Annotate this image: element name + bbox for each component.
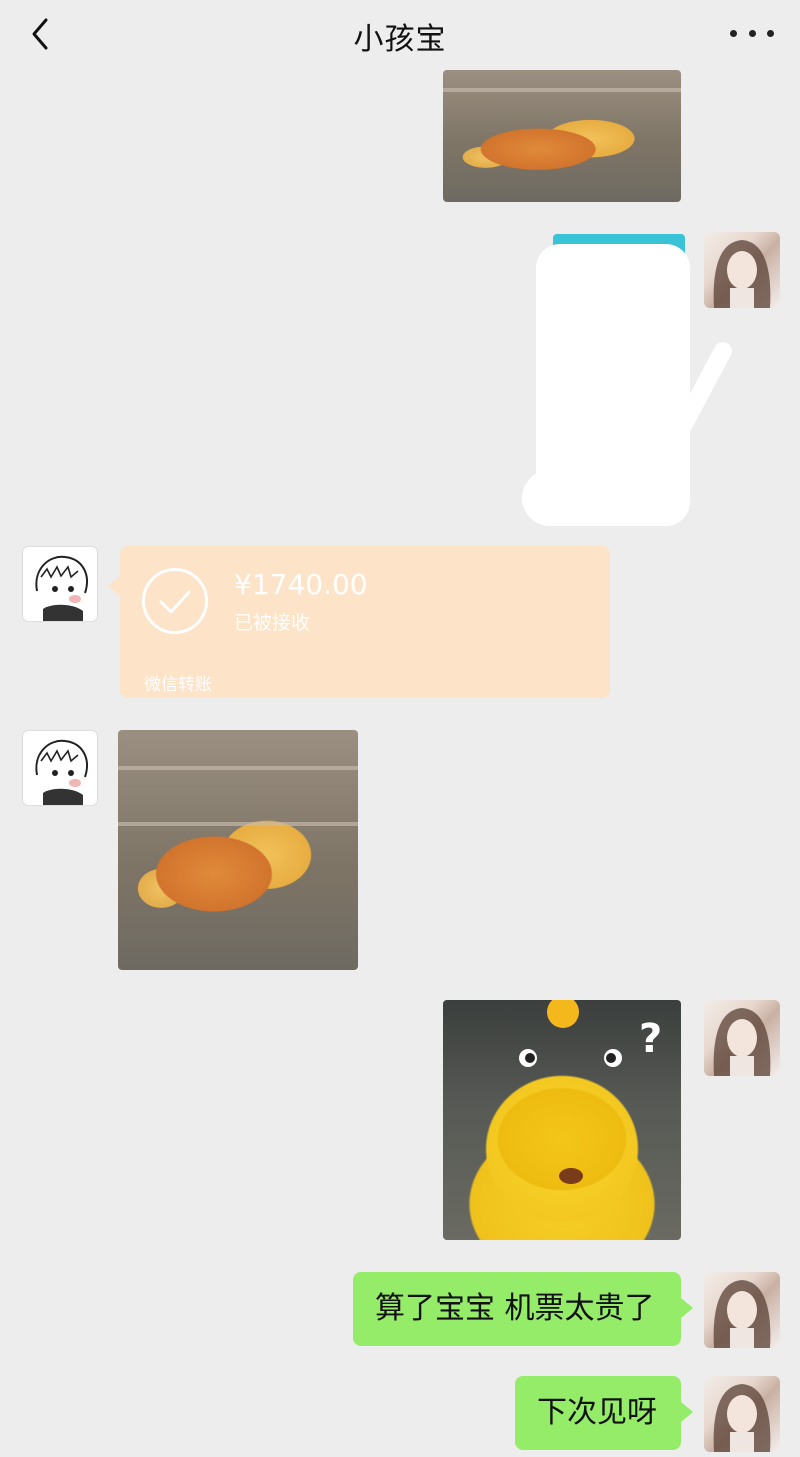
avatar-self[interactable] [704,232,780,308]
image-message-duck-sticker[interactable]: ? [443,1000,681,1240]
avatar-contact[interactable] [22,546,98,622]
transfer-card[interactable]: ¥1740.00 已被接收 微信转账 [108,546,610,698]
avatar-self[interactable] [704,1272,780,1348]
transfer-amount: ¥1740.00 [234,568,368,601]
avatar-self[interactable] [704,1376,780,1452]
chat-title: 小孩宝 [353,22,447,57]
avatar-contact[interactable] [22,730,98,806]
redaction-overlay [522,470,612,526]
transfer-status: 已被接收 [234,612,311,634]
text-message-bubble[interactable]: 算了宝宝 机票太贵了 [353,1272,693,1346]
check-circle-icon [142,568,208,634]
text-message-bubble[interactable]: 下次见呀 [515,1376,693,1450]
avatar-self[interactable] [704,1000,780,1076]
svg-text:?: ? [639,1016,662,1062]
image-message-sweet-potato[interactable] [443,70,681,202]
more-horizontal-icon[interactable] [730,20,774,46]
chat-header: 小孩宝 [0,0,800,70]
image-message-sweet-potato[interactable] [118,730,358,970]
transfer-label: 微信转账 [144,675,212,695]
